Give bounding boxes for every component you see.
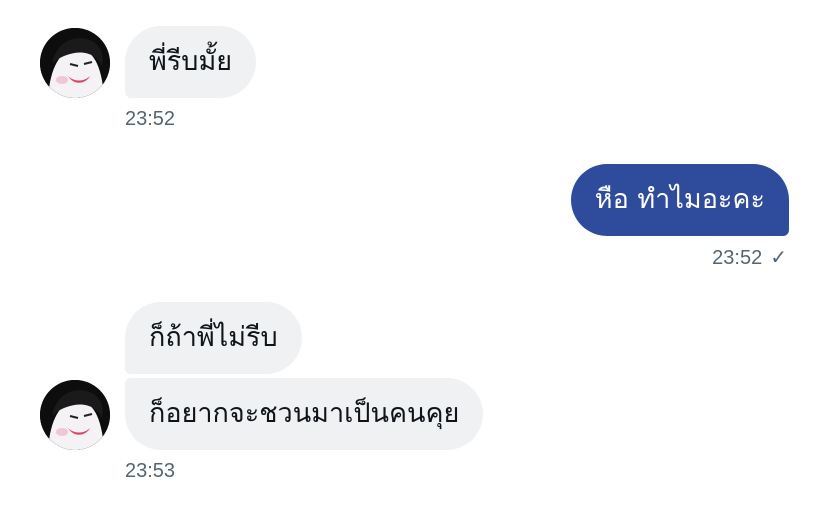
message-bubble-received[interactable]: ก็อยากจะชวนมาเป็นคนคุย [125, 378, 484, 450]
avatar-image [40, 28, 110, 98]
message-bubble-received[interactable]: ก็ถ้าพี่ไม่รีบ [125, 302, 302, 374]
avatar-image [40, 380, 110, 450]
message-status: 23:52 ✓ [712, 245, 787, 270]
message-timestamp: 23:53 [125, 460, 176, 482]
check-icon: ✓ [770, 245, 787, 269]
contact-avatar[interactable] [40, 380, 110, 450]
message-timestamp: 23:52 [125, 108, 176, 130]
message-timestamp: 23:52 [712, 247, 763, 269]
contact-avatar[interactable] [40, 28, 110, 98]
message-bubble-sent[interactable]: หือ ทำไมอะคะ [570, 164, 789, 236]
message-bubble-received[interactable]: พี่รีบมั้ย [125, 26, 257, 98]
